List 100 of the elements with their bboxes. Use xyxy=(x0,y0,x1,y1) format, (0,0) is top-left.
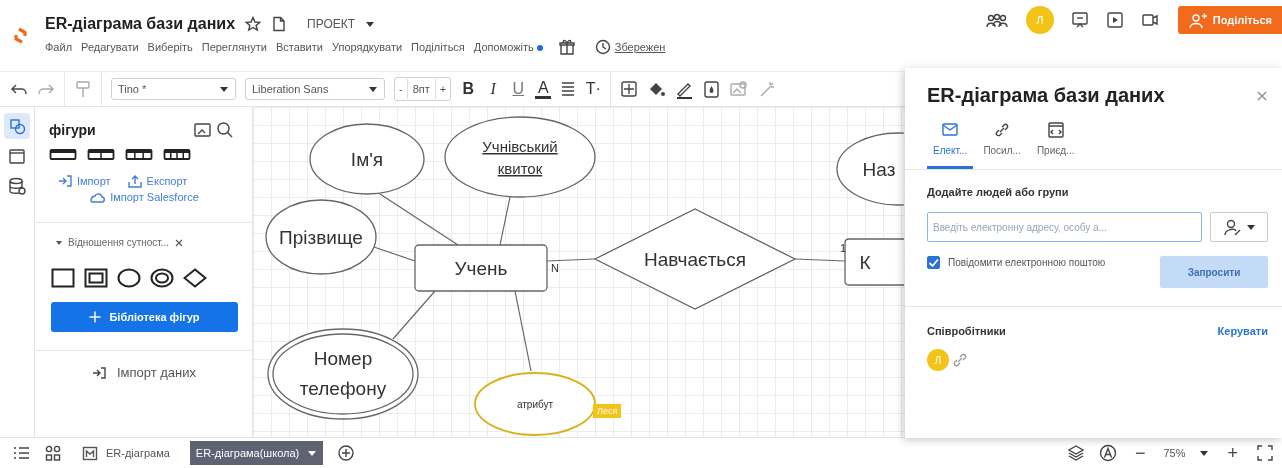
zoom-level[interactable]: 75% xyxy=(1163,447,1186,460)
menu-item[interactable]: Виберіть xyxy=(147,41,193,54)
table-shape-icon[interactable] xyxy=(163,148,191,162)
library-title[interactable]: Відношення сутност... xyxy=(68,237,170,249)
menu-item[interactable]: Поділіться xyxy=(411,41,465,54)
people-icon[interactable] xyxy=(984,11,1009,29)
drop-icon[interactable] xyxy=(703,79,721,99)
node-label: атрибут xyxy=(516,399,554,411)
zoom-in-button[interactable]: + xyxy=(1223,442,1242,464)
underline-button[interactable]: U xyxy=(510,80,527,99)
comment-screen-icon[interactable] xyxy=(1070,11,1089,29)
salesforce-import-link[interactable]: Імпорт Salesforce xyxy=(88,190,199,205)
text-color-button[interactable]: A xyxy=(535,79,552,99)
gift-icon[interactable] xyxy=(557,38,576,57)
caret-icon[interactable] xyxy=(365,19,376,29)
multivalued-shape[interactable] xyxy=(267,328,419,420)
increase-size-button[interactable]: + xyxy=(435,79,451,100)
share-tab[interactable]: Приєд... xyxy=(1030,117,1081,169)
manage-link[interactable]: Керувати xyxy=(1217,325,1268,337)
permission-dropdown-button[interactable] xyxy=(1210,212,1268,242)
import-link[interactable]: Імпорт xyxy=(57,174,111,189)
menu-item[interactable]: Переглянути xyxy=(201,41,267,54)
connector-line[interactable] xyxy=(392,290,436,340)
connector-line[interactable] xyxy=(379,193,459,246)
notify-label: Повідомити електронною поштою xyxy=(948,256,1107,270)
italic-button[interactable]: I xyxy=(485,80,502,99)
table-shape-icon[interactable] xyxy=(125,148,153,162)
play-icon[interactable] xyxy=(1105,11,1124,29)
star-icon[interactable] xyxy=(245,16,262,33)
video-icon[interactable] xyxy=(1140,11,1159,29)
folder-label[interactable]: ПРОЕКТ xyxy=(307,17,356,32)
close-icon[interactable] xyxy=(1256,89,1268,102)
relationship-shape[interactable] xyxy=(593,208,797,311)
ellipse-shape-icon[interactable] xyxy=(117,268,141,289)
entity-shape[interactable] xyxy=(414,244,548,292)
table-shape-icon[interactable] xyxy=(49,148,77,162)
node-label: Навчається xyxy=(643,249,747,271)
export-link[interactable]: Експорт xyxy=(126,174,188,189)
image-icon[interactable] xyxy=(193,121,212,140)
dropdown[interactable]: Tino * xyxy=(111,78,236,101)
decrease-size-button[interactable]: - xyxy=(395,79,407,100)
page-tab[interactable]: ER-діаграма xyxy=(76,441,176,466)
double-ellipse-shape-icon[interactable] xyxy=(150,268,174,289)
user-cursor-tag: Леся xyxy=(593,404,622,419)
sidebar-tab[interactable] xyxy=(4,113,30,140)
diamond-shape-icon[interactable] xyxy=(183,268,207,289)
caret-icon[interactable] xyxy=(1199,448,1210,458)
text-options-button[interactable]: T· xyxy=(585,80,602,99)
section-heading: Додайте людей або групи xyxy=(927,185,1070,200)
document-icon[interactable] xyxy=(271,16,288,33)
node-label: Наз xyxy=(862,159,896,181)
layers-icon[interactable] xyxy=(1066,444,1085,463)
dropdown[interactable]: Liberation Sans xyxy=(245,78,385,101)
connector-line[interactable] xyxy=(546,258,596,262)
menu-item[interactable]: Упорядкувати xyxy=(331,41,403,54)
table-shape-icon[interactable] xyxy=(87,148,115,162)
attribute-shape[interactable] xyxy=(265,199,377,275)
connector-line[interactable] xyxy=(794,258,846,262)
email-input-field[interactable]: Введіть електронну адресу, особу а... xyxy=(927,212,1202,242)
menu-item[interactable]: Файл xyxy=(45,41,73,54)
page-icon xyxy=(82,445,98,461)
attribute-shape[interactable] xyxy=(309,123,425,195)
notify-checkbox[interactable] xyxy=(927,256,940,269)
node-label: Учнівський квиток xyxy=(482,138,558,178)
entity-shape[interactable] xyxy=(844,238,905,286)
menu-item[interactable]: Вставити xyxy=(275,41,323,54)
bold-button[interactable]: B xyxy=(460,80,477,99)
connector-line[interactable] xyxy=(514,290,532,372)
attribute-shape[interactable] xyxy=(836,132,905,206)
menu-item[interactable]: Редагувати xyxy=(81,41,139,54)
caret-icon xyxy=(1245,222,1256,232)
page-tab[interactable]: ER-діаграма(школа) xyxy=(189,441,324,466)
list-icon[interactable] xyxy=(12,445,30,462)
upload-icon xyxy=(126,174,143,189)
double-rectangle-shape-icon[interactable] xyxy=(84,268,108,289)
frame-icon xyxy=(8,147,26,166)
rectangle-shape-icon[interactable] xyxy=(51,268,75,289)
add-page-icon[interactable] xyxy=(337,444,356,463)
align-icon[interactable] xyxy=(560,80,577,99)
attribute-shape[interactable] xyxy=(444,116,596,198)
accessibility-icon[interactable] xyxy=(1098,444,1117,463)
menu-item[interactable]: Допоможіть xyxy=(473,41,543,54)
caret-icon[interactable] xyxy=(55,238,63,247)
zoom-out-button[interactable]: − xyxy=(1130,442,1150,464)
checkmark-icon xyxy=(927,256,940,269)
import-data-button[interactable]: Імпорт даних xyxy=(90,365,197,381)
connector-line[interactable] xyxy=(373,246,416,262)
panel-title: фігури xyxy=(49,122,96,139)
connector-line[interactable] xyxy=(499,196,511,246)
close-icon[interactable] xyxy=(174,237,185,248)
share-tab[interactable]: Посил... xyxy=(977,117,1027,169)
user-avatar: Л xyxy=(927,349,949,371)
fullscreen-icon[interactable] xyxy=(1256,444,1274,463)
document-title[interactable]: ER-діаграма бази даних xyxy=(45,15,236,34)
frame-select-icon[interactable] xyxy=(620,80,639,99)
shape-library-button[interactable]: Бібліотека фігур xyxy=(51,302,238,333)
grid-icon[interactable] xyxy=(44,444,62,462)
font-size-field[interactable]: 8пт xyxy=(406,79,436,100)
save-status-link[interactable]: Збережен xyxy=(614,41,666,54)
search-icon[interactable] xyxy=(216,121,234,140)
